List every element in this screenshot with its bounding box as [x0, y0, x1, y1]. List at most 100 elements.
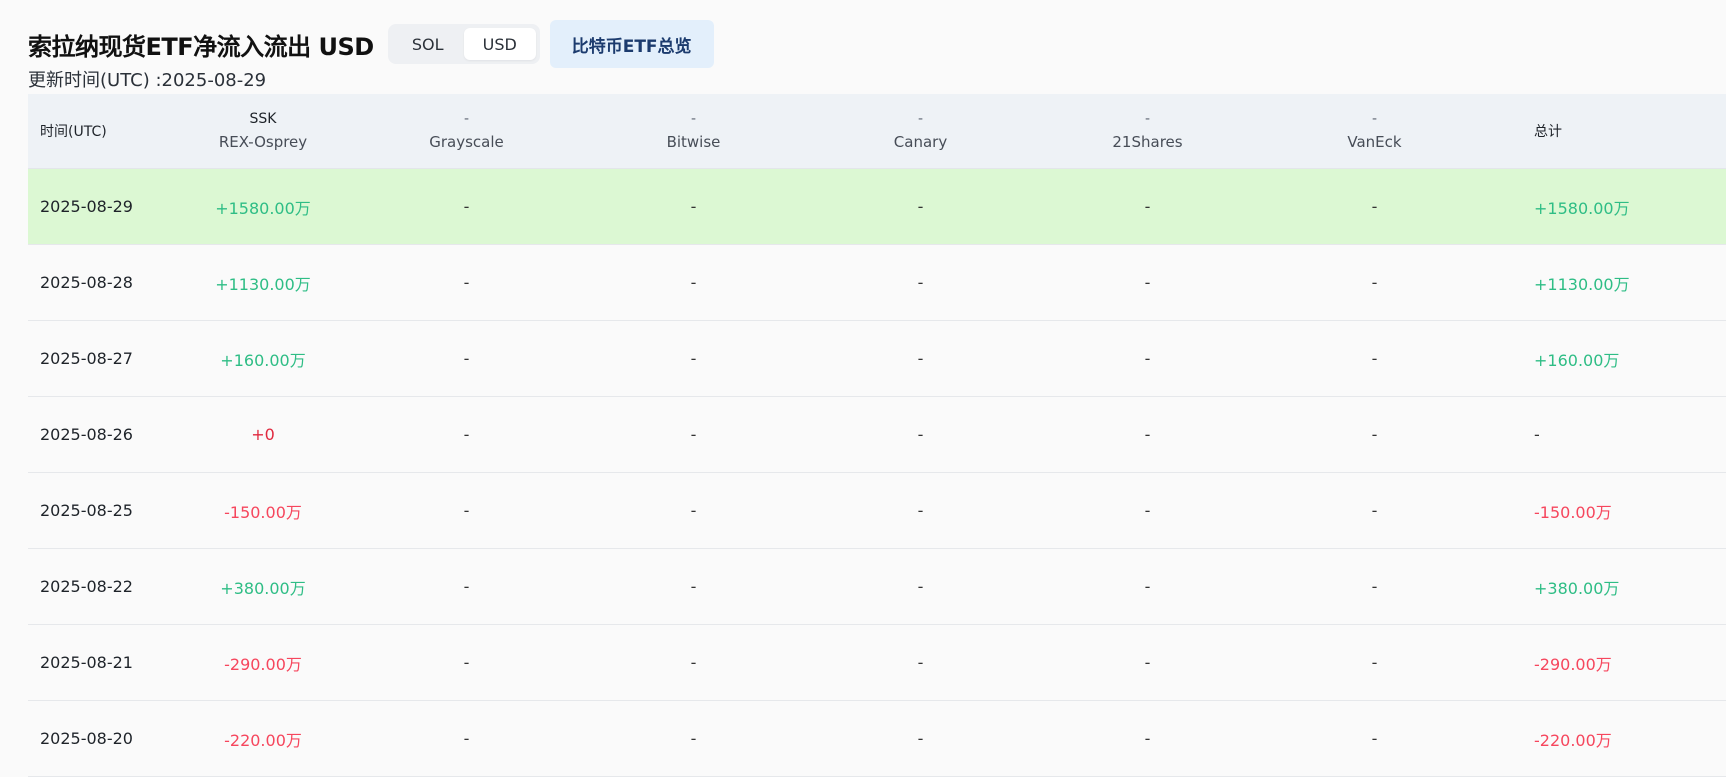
column-header-symbol: -: [917, 111, 924, 127]
cell-21shares: -: [1144, 653, 1151, 672]
cell-date: 2025-08-22: [40, 577, 133, 596]
cell-21shares: -: [1144, 729, 1151, 748]
column-header-bitwise: - Bitwise: [580, 108, 807, 154]
cell-date: 2025-08-21: [40, 653, 133, 672]
column-header-issuer: 21Shares: [1112, 133, 1183, 151]
column-header-time: 时间(UTC): [28, 121, 173, 141]
cell-date: 2025-08-26: [40, 425, 133, 444]
cell-rex-osprey: +1580.00万: [215, 198, 311, 218]
column-header-rex-osprey: SSK REX-Osprey: [173, 108, 353, 154]
btc-etf-overview-button[interactable]: 比特币ETF总览: [549, 20, 714, 68]
cell-canary: -: [917, 349, 924, 368]
cell-rex-osprey: +0: [251, 425, 275, 444]
cell-total: -290.00万: [1534, 654, 1612, 674]
table-row: 2025-08-22 +380.00万 - - - - - +380.00万: [28, 549, 1726, 625]
column-header-issuer: Bitwise: [666, 133, 721, 151]
column-header-symbol: -: [690, 111, 697, 127]
column-header-label: 总计: [1534, 124, 1562, 140]
cell-vaneck: -: [1371, 501, 1378, 520]
cell-bitwise: -: [690, 349, 697, 368]
cell-bitwise: -: [690, 501, 697, 520]
column-header-issuer: VanEck: [1347, 133, 1402, 151]
cell-date: 2025-08-29: [40, 197, 133, 216]
cell-canary: -: [917, 501, 924, 520]
cell-grayscale: -: [463, 653, 470, 672]
cell-rex-osprey: +380.00万: [220, 578, 306, 598]
cell-total: -220.00万: [1534, 730, 1612, 750]
cell-total: -: [1534, 425, 1540, 444]
table-row: 2025-08-21 -290.00万 - - - - - -290.00万: [28, 625, 1726, 701]
cell-date: 2025-08-20: [40, 729, 133, 748]
cell-bitwise: -: [690, 653, 697, 672]
column-header-symbol: -: [1144, 111, 1151, 127]
cell-vaneck: -: [1371, 653, 1378, 672]
cell-grayscale: -: [463, 577, 470, 596]
column-header-21shares: - 21Shares: [1034, 108, 1261, 154]
cell-date: 2025-08-28: [40, 273, 133, 292]
cell-vaneck: -: [1371, 425, 1378, 444]
cell-canary: -: [917, 653, 924, 672]
cell-rex-osprey: +1130.00万: [215, 274, 311, 294]
cell-canary: -: [917, 425, 924, 444]
cell-canary: -: [917, 729, 924, 748]
column-header-vaneck: - VanEck: [1261, 108, 1488, 154]
cell-date: 2025-08-25: [40, 501, 133, 520]
cell-bitwise: -: [690, 425, 697, 444]
table-row: 2025-08-29 +1580.00万 - - - - - +1580.00万: [28, 169, 1726, 245]
cell-21shares: -: [1144, 501, 1151, 520]
cell-bitwise: -: [690, 729, 697, 748]
cell-canary: -: [917, 577, 924, 596]
table-row: 2025-08-25 -150.00万 - - - - - -150.00万: [28, 473, 1726, 549]
cell-rex-osprey: -220.00万: [224, 730, 302, 750]
cell-grayscale: -: [463, 273, 470, 292]
column-header-issuer: Grayscale: [429, 133, 504, 151]
cell-21shares: -: [1144, 197, 1151, 216]
cell-total: +380.00万: [1534, 578, 1620, 598]
cell-vaneck: -: [1371, 577, 1378, 596]
cell-grayscale: -: [463, 729, 470, 748]
page-title: 索拉纳现货ETF净流入流出 USD: [28, 32, 374, 61]
cell-21shares: -: [1144, 425, 1151, 444]
cell-grayscale: -: [463, 425, 470, 444]
table-row: 2025-08-27 +160.00万 - - - - - +160.00万: [28, 321, 1726, 397]
cell-total: +1130.00万: [1534, 274, 1630, 294]
updated-time: 更新时间(UTC) :2025-08-29: [28, 70, 267, 91]
cell-bitwise: -: [690, 197, 697, 216]
table-row: 2025-08-20 -220.00万 - - - - - -220.00万: [28, 701, 1726, 777]
column-header-grayscale: - Grayscale: [353, 108, 580, 154]
cell-canary: -: [917, 273, 924, 292]
cell-total: +160.00万: [1534, 350, 1620, 370]
table-row: 2025-08-26 +0 - - - - - -: [28, 397, 1726, 473]
cell-rex-osprey: +160.00万: [220, 350, 306, 370]
cell-grayscale: -: [463, 501, 470, 520]
etf-flow-table: 时间(UTC) SSK REX-Osprey - Grayscale - Bit…: [28, 94, 1726, 777]
page-header: 索拉纳现货ETF净流入流出 USD SOL USD 比特币ETF总览: [28, 14, 714, 68]
unit-option-usd[interactable]: USD: [463, 28, 536, 60]
unit-toggle: SOL USD: [387, 24, 540, 64]
cell-date: 2025-08-27: [40, 349, 133, 368]
table-header: 时间(UTC) SSK REX-Osprey - Grayscale - Bit…: [28, 94, 1726, 169]
cell-vaneck: -: [1371, 273, 1378, 292]
cell-vaneck: -: [1371, 349, 1378, 368]
cell-vaneck: -: [1371, 729, 1378, 748]
cell-bitwise: -: [690, 273, 697, 292]
column-header-total: 总计: [1488, 121, 1562, 141]
column-header-issuer: REX-Osprey: [218, 133, 308, 151]
unit-option-sol[interactable]: SOL: [392, 28, 464, 60]
cell-rex-osprey: -150.00万: [224, 502, 302, 522]
table-row: 2025-08-28 +1130.00万 - - - - - +1130.00万: [28, 245, 1726, 321]
cell-grayscale: -: [463, 197, 470, 216]
cell-grayscale: -: [463, 349, 470, 368]
column-header-issuer: Canary: [893, 133, 948, 151]
column-header-symbol: SSK: [249, 111, 277, 127]
cell-vaneck: -: [1371, 197, 1378, 216]
cell-canary: -: [917, 197, 924, 216]
column-header-canary: - Canary: [807, 108, 1034, 154]
column-header-label: 时间(UTC): [40, 124, 107, 140]
column-header-symbol: -: [463, 111, 470, 127]
table-body: 2025-08-29 +1580.00万 - - - - - +1580.00万 2025-08…: [28, 169, 1726, 777]
cell-rex-osprey: -290.00万: [224, 654, 302, 674]
cell-bitwise: -: [690, 577, 697, 596]
column-header-symbol: -: [1371, 111, 1378, 127]
cell-21shares: -: [1144, 273, 1151, 292]
